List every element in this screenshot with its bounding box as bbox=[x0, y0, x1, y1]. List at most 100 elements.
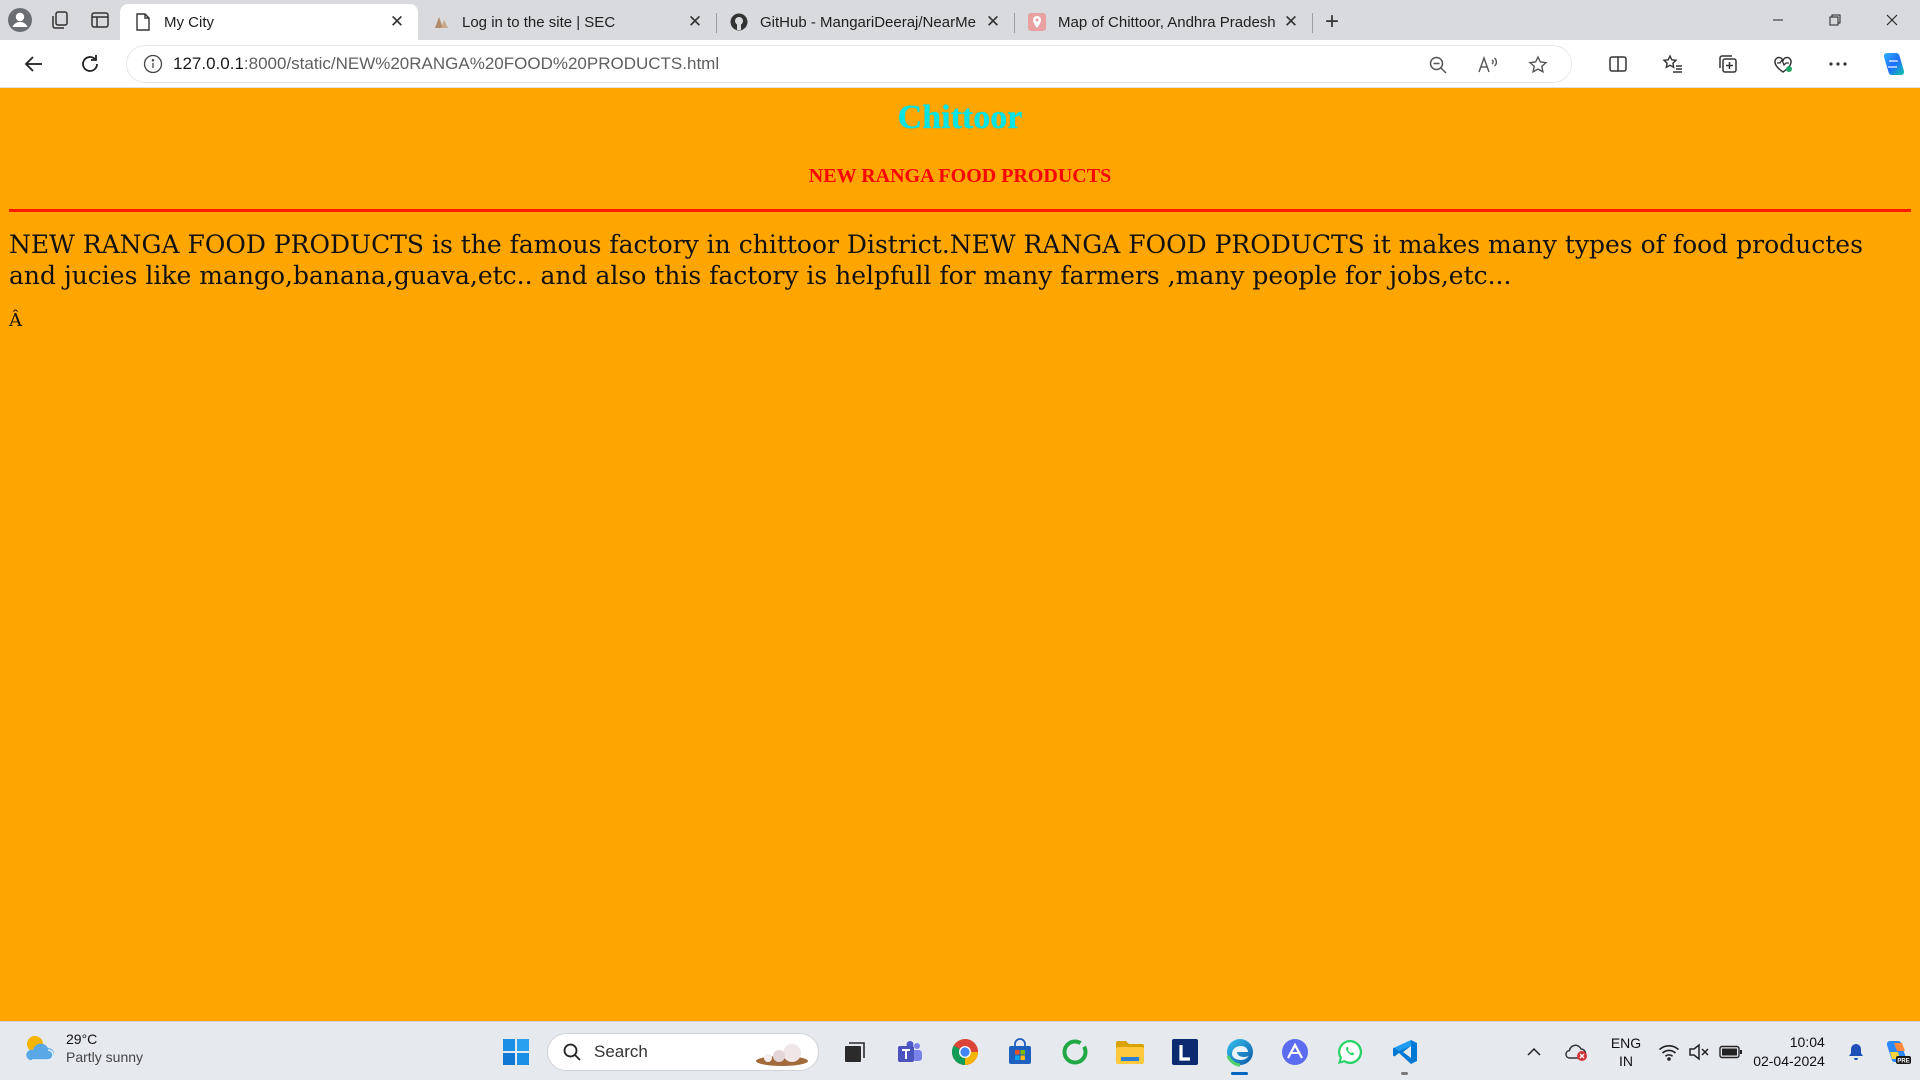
system-tray: ENG IN 10:04 02-04-2024 PRE bbox=[1514, 1022, 1920, 1080]
task-view-button[interactable] bbox=[827, 1028, 882, 1076]
close-tab-icon[interactable]: ✕ bbox=[1280, 11, 1302, 33]
show-hidden-icons-button[interactable] bbox=[1514, 1022, 1554, 1080]
close-window-button[interactable] bbox=[1863, 0, 1920, 40]
copilot-button[interactable] bbox=[1865, 44, 1920, 84]
tab-my-city[interactable]: My City ✕ bbox=[120, 4, 418, 40]
vscode-app[interactable] bbox=[1377, 1028, 1432, 1076]
favorite-button[interactable] bbox=[1513, 47, 1563, 83]
tab-github[interactable]: GitHub - MangariDeeraj/NearMe ✕ bbox=[716, 4, 1015, 40]
green-ring-icon bbox=[1062, 1039, 1087, 1065]
partly-sunny-icon bbox=[26, 1036, 54, 1061]
copilot-pre-icon: PRE bbox=[1886, 1040, 1911, 1064]
split-screen-button[interactable] bbox=[1590, 44, 1645, 84]
info-icon[interactable] bbox=[133, 54, 173, 74]
read-aloud-button[interactable] bbox=[1463, 47, 1513, 83]
tab-actions-button[interactable] bbox=[80, 0, 120, 40]
window-controls bbox=[1749, 0, 1920, 40]
more-icon bbox=[1828, 62, 1847, 66]
collections-button[interactable] bbox=[1700, 44, 1755, 84]
close-tab-icon[interactable]: ✕ bbox=[684, 11, 706, 33]
store-icon bbox=[1008, 1038, 1031, 1064]
tab-sec-login[interactable]: Log in to the site | SEC ✕ bbox=[418, 4, 717, 40]
search-icon bbox=[563, 1043, 581, 1061]
arc-icon bbox=[1281, 1039, 1308, 1065]
url-path: :8000/static/NEW%20RANGA%20FOOD%20PRODUC… bbox=[243, 54, 720, 73]
taskbar-search[interactable]: Search bbox=[547, 1033, 819, 1071]
onedrive-status[interactable] bbox=[1554, 1022, 1598, 1080]
refresh-icon bbox=[82, 54, 98, 72]
start-button[interactable] bbox=[488, 1028, 543, 1076]
minimize-icon bbox=[1772, 19, 1783, 21]
read-aloud-icon bbox=[1478, 55, 1498, 73]
tab-title: My City bbox=[164, 13, 214, 31]
l-app[interactable] bbox=[1157, 1028, 1212, 1076]
more-options-button[interactable] bbox=[1810, 44, 1865, 84]
clock-date: 02-04-2024 bbox=[1753, 1052, 1825, 1069]
favorites-button[interactable] bbox=[1645, 44, 1700, 84]
split-screen-icon bbox=[1608, 56, 1627, 72]
wifi-status[interactable] bbox=[1654, 1022, 1684, 1080]
weather-condition: Partly sunny bbox=[66, 1049, 144, 1065]
close-tab-icon[interactable]: ✕ bbox=[982, 11, 1004, 33]
language-code: ENG bbox=[1610, 1034, 1642, 1051]
volume-status[interactable] bbox=[1684, 1022, 1714, 1080]
notifications-button[interactable] bbox=[1838, 1022, 1874, 1080]
green-ring-app[interactable] bbox=[1047, 1028, 1102, 1076]
horizontal-rule bbox=[9, 209, 1911, 212]
chrome-app[interactable] bbox=[937, 1028, 992, 1076]
vscode-icon bbox=[1392, 1040, 1417, 1064]
tab-title: GitHub - MangariDeeraj/NearMe bbox=[760, 13, 976, 31]
task-view-icon bbox=[844, 1042, 865, 1062]
battery-status[interactable] bbox=[1714, 1022, 1748, 1080]
web-page: Chittoor NEW RANGA FOOD PRODUCTS NEW RAN… bbox=[0, 89, 1920, 1021]
github-icon bbox=[730, 13, 748, 31]
weather-temperature: 29°C bbox=[66, 1031, 98, 1047]
plus-icon: + bbox=[1324, 8, 1339, 35]
chrome-icon bbox=[951, 1039, 978, 1066]
edge-app[interactable] bbox=[1212, 1028, 1267, 1076]
profile-button[interactable] bbox=[0, 0, 40, 40]
address-bar[interactable]: 127.0.0.1:8000/static/NEW%20RANGA%20FOOD… bbox=[126, 45, 1572, 83]
zoom-out-button[interactable] bbox=[1413, 47, 1463, 83]
bell-icon bbox=[1849, 1043, 1863, 1060]
region-code: IN bbox=[1619, 1052, 1633, 1069]
stray-character: Â bbox=[9, 310, 22, 331]
folder-icon bbox=[1115, 1041, 1144, 1064]
back-arrow-icon bbox=[24, 55, 42, 72]
file-explorer-app[interactable] bbox=[1102, 1028, 1157, 1076]
whatsapp-icon bbox=[1337, 1039, 1362, 1064]
clock-time: 10:04 bbox=[1789, 1033, 1825, 1050]
whatsapp-app[interactable] bbox=[1322, 1028, 1377, 1076]
tab-map-chittoor[interactable]: Map of Chittoor, Andhra Pradesh ✕ bbox=[1014, 4, 1313, 40]
store-app[interactable] bbox=[992, 1028, 1047, 1076]
wifi-icon bbox=[1658, 1044, 1680, 1061]
workspaces-button[interactable] bbox=[40, 0, 80, 40]
letter-l-icon bbox=[1171, 1039, 1198, 1065]
copilot-preview-button[interactable]: PRE bbox=[1874, 1022, 1920, 1080]
search-highlight-image bbox=[756, 1044, 808, 1066]
restore-button[interactable] bbox=[1806, 0, 1863, 40]
description-paragraph: NEW RANGA FOOD PRODUCTS is the famous fa… bbox=[9, 230, 1863, 290]
tab-title: Map of Chittoor, Andhra Pradesh bbox=[1058, 13, 1276, 31]
back-button[interactable] bbox=[12, 44, 56, 84]
arc-app[interactable] bbox=[1267, 1028, 1322, 1076]
url-text[interactable]: 127.0.0.1:8000/static/NEW%20RANGA%20FOOD… bbox=[173, 54, 719, 74]
weather-widget[interactable]: 29°C Partly sunny bbox=[20, 1030, 143, 1066]
workspaces-icon bbox=[52, 11, 68, 29]
close-tab-icon[interactable]: ✕ bbox=[386, 11, 408, 33]
svg-text:PRE: PRE bbox=[1897, 1058, 1909, 1064]
language-indicator[interactable]: ENG IN bbox=[1598, 1022, 1654, 1080]
page-icon bbox=[134, 13, 152, 31]
new-tab-button[interactable]: + bbox=[1312, 4, 1352, 40]
url-host: 127.0.0.1 bbox=[173, 54, 244, 73]
refresh-button[interactable] bbox=[68, 44, 112, 84]
site-favicon bbox=[432, 13, 450, 31]
browser-essentials-button[interactable] bbox=[1755, 44, 1810, 84]
tab-strip: My City ✕ Log in to the site | SEC ✕ Git… bbox=[0, 0, 1920, 40]
chevron-up-icon bbox=[1527, 1047, 1541, 1056]
minimize-button[interactable] bbox=[1749, 0, 1806, 40]
search-placeholder: Search bbox=[594, 1042, 648, 1061]
volume-muted-icon bbox=[1689, 1042, 1709, 1061]
clock[interactable]: 10:04 02-04-2024 bbox=[1748, 1022, 1838, 1080]
teams-app[interactable] bbox=[882, 1028, 937, 1076]
